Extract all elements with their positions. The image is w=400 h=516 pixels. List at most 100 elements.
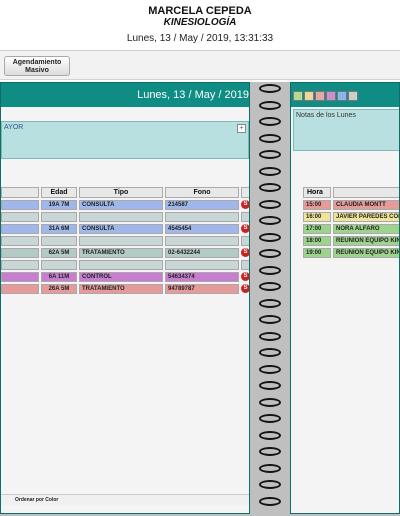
spiral-ring [259,496,281,506]
expand-icon[interactable]: + [237,124,246,133]
tipo-cell [79,212,163,222]
toolbar: Agendamiento Masivo [0,51,400,80]
appointment-row[interactable]: 19:00 REUNION EQUIPO KINE [291,248,399,258]
spiral-ring [259,183,281,192]
age-cell: 19A 7M [41,200,77,210]
spiral-ring [259,430,281,440]
appointment-time: 18:00 [303,236,331,246]
masivo-label-line2: Masivo [25,67,49,74]
table-row[interactable]: 31A 6M CONSULTA 4545454 S [1,224,249,234]
left-page: Lunes, 13 / May / 2019 AYOR + Edad Tipo Fo… [0,82,250,514]
spiral-ring [259,397,281,407]
age-cell: 6A 11M [41,272,77,282]
appointment-name: REUNION EQUIPO KINE [333,248,399,258]
day-notes-text: AYOR [4,124,24,131]
spiral-ring [259,315,281,324]
agenda-book: Lunes, 13 / May / 2019 AYOR + Edad Tipo Fo… [0,82,400,516]
color-swatch[interactable] [293,91,303,101]
sort-by-color-button[interactable]: Ordenar por Color [1,494,249,505]
left-page-band: Lunes, 13 / May / 2019 [1,83,249,107]
age-cell [41,212,77,222]
patient-name-cell[interactable] [1,224,39,234]
fono-cell: 54634374 [165,272,239,282]
spiral-ring [259,232,281,242]
patient-name-cell[interactable] [1,236,39,246]
age-cell: 31A 6M [41,224,77,234]
table-row[interactable]: 62A 5M TRATAMIENTO 02-6432244 S [1,248,249,258]
spiral-ring [259,364,281,374]
appointment-row[interactable]: 16:00 JAVIER PAREDES CONT [291,212,399,222]
spiral-ring [259,100,281,110]
table-row[interactable]: 26A 5M TRATAMIENTO 94789787 S [1,284,249,294]
hora-column-header: Hora [303,187,331,198]
status-icon[interactable]: S [241,224,249,233]
tipo-cell [79,236,163,246]
spiral-ring [259,463,281,473]
appointment-time: 19:00 [303,248,331,258]
appointment-row[interactable]: 18:00REUNION EQUIPO KINES [291,236,399,246]
patient-name-cell[interactable] [1,200,39,210]
spiral-ring [259,166,281,176]
table-row[interactable] [1,236,249,246]
age-cell [41,236,77,246]
day-notes-box[interactable]: AYOR + [1,121,249,159]
patient-name-cell[interactable] [1,260,39,270]
patient-name-cell[interactable] [1,212,39,222]
appointment-time: 16:00 [303,212,331,222]
status-icon[interactable]: S [241,272,249,281]
spiral-ring [259,249,281,258]
tipo-cell: TRATAMIENTO [79,284,163,294]
spiral-ring [259,414,281,423]
patient-name-cell[interactable] [1,272,39,282]
appointment-row[interactable]: 15:00 CLAUDIA MONTT [291,200,399,210]
weekday-notes-box[interactable]: Notas de los Lunes [293,109,399,151]
tipo-cell: TRATAMIENTO [79,248,163,258]
spiral-ring [259,447,281,456]
appointment-time: 17:00 [303,224,331,234]
color-swatch[interactable] [337,91,347,101]
color-swatch[interactable] [326,91,336,101]
appointment-time: 15:00 [303,200,331,210]
patient-name-cell[interactable] [1,248,39,258]
fono-cell [165,260,239,270]
appointment-row[interactable]: 17:00 NORA ALFARO [291,224,399,234]
table-row[interactable]: 6A 11M CONTROL 54634374 S [1,272,249,282]
spiral-ring [259,282,281,291]
current-datetime: Lunes, 13 / May / 2019, 13:31:33 [126,33,274,44]
column-header: Fono [165,187,239,198]
specialty-label: KINESIOLOGÍA [163,17,237,28]
spiral-ring [259,216,281,225]
spiral-ring [259,348,281,357]
table-row[interactable]: 19A 7M CONSULTA 214587 S [1,200,249,210]
color-swatch[interactable] [348,91,358,101]
fono-cell: 94789787 [165,284,239,294]
status-icon[interactable]: S [241,200,249,209]
spiral-ring [259,117,281,126]
name-column-header [333,187,399,198]
patient-name-cell[interactable] [1,284,39,294]
spiral-ring [259,150,281,159]
blank-column-header [1,187,39,198]
age-cell: 26A 5M [41,284,77,294]
status-icon[interactable]: S [241,248,249,257]
color-swatch[interactable] [304,91,314,101]
icon-column-header [241,187,249,198]
table-row[interactable] [1,212,249,222]
appointment-name: REUNION EQUIPO KINES [333,236,399,246]
masivo-label-line1: Agendamiento [12,59,62,66]
spiral-ring [259,298,281,308]
spiral-ring [259,199,281,209]
color-swatch[interactable] [315,91,325,101]
spiral-ring [259,133,281,143]
appointment-name: JAVIER PAREDES CONT [333,212,399,222]
icon-cell [241,236,249,246]
weekday-notes-title: Notas de los Lunes [296,112,356,119]
table-row[interactable] [1,260,249,270]
appointment-name: CLAUDIA MONTT [333,200,399,210]
agendamiento-masivo-button[interactable]: Agendamiento Masivo [4,56,70,76]
fono-cell: 4545454 [165,224,239,234]
spiral-ring [259,331,281,341]
status-icon[interactable]: S [241,284,249,293]
appointment-name: NORA ALFARO [333,224,399,234]
spiral-ring [259,480,281,489]
